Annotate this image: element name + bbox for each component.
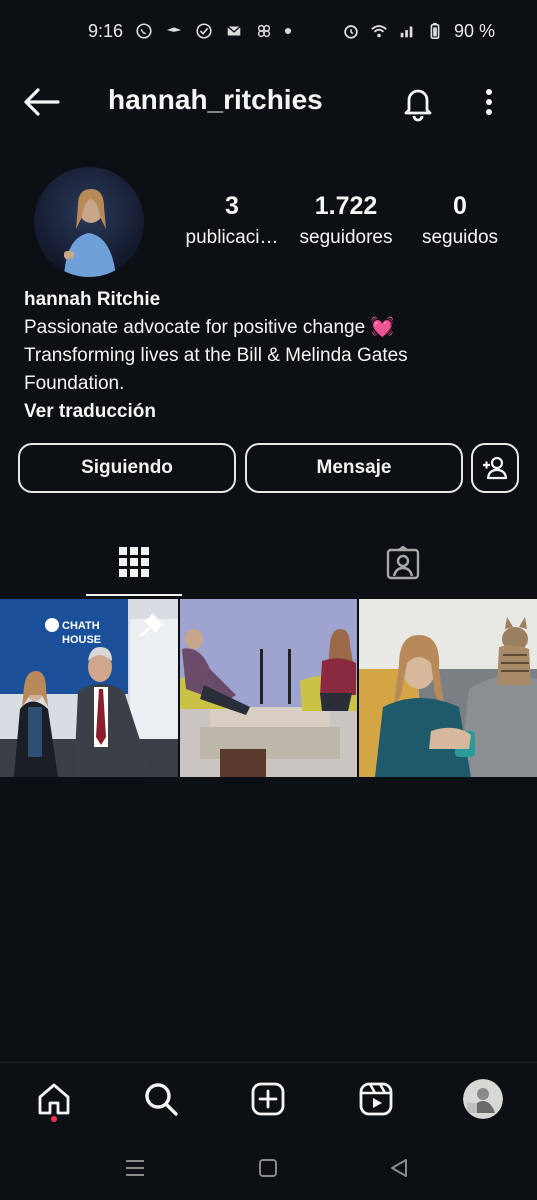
check-circle-icon [196,23,212,39]
bio-line: Passionate advocate for positive change … [24,314,514,342]
tab-tagged[interactable] [355,530,451,596]
profile-header: hannah_ritchies [0,70,537,134]
heart-emoji: 💓 [370,317,395,338]
bio-line: Foundation. [24,373,125,394]
pinned-icon [140,613,164,637]
reels-icon [359,1082,393,1116]
nav-profile-avatar[interactable] [463,1079,503,1119]
grid-icon [119,547,149,577]
nav-create[interactable] [248,1079,288,1119]
posts-grid: CHATH HOUSE [0,599,537,777]
wifi-icon [371,25,387,38]
more-options-icon[interactable] [474,82,504,122]
bio-text: Passionate advocate for positive change [24,317,366,338]
recent-apps-icon[interactable] [122,1156,148,1180]
post-thumbnail[interactable] [359,599,537,777]
more-notifications-dot [285,28,292,34]
battery-percent: 90 % [453,20,495,41]
post-thumbnail[interactable] [180,599,357,777]
system-back-icon[interactable] [386,1156,412,1180]
back-arrow-icon[interactable] [22,86,62,118]
create-post-icon [251,1082,285,1116]
status-time: 9:16 [88,20,124,41]
following-count[interactable]: 0 seguidos [400,192,520,249]
stat-value: 3 [225,192,239,220]
system-home-icon[interactable] [255,1156,281,1180]
bottom-nav [0,1062,537,1136]
page-title: hannah_ritchies [108,84,323,115]
signal-icon [400,26,413,38]
translate-link[interactable]: Ver traducción [24,398,514,426]
bell-icon[interactable] [398,82,438,122]
pinwheel-icon [257,24,271,38]
notification-dot [51,1116,57,1122]
bio-line: Transforming lives at the Bill & Melinda… [24,345,408,366]
system-navigation [0,1146,537,1190]
status-bar: 9:16 90 % [0,0,537,62]
following-button[interactable]: Siguiendo [18,443,236,493]
content-tabs [0,530,537,598]
stat-label: publicaci… [185,227,279,248]
followers-count[interactable]: 1.722 seguidores [286,192,406,249]
add-user-icon [483,456,508,480]
battery-icon [430,22,440,40]
sign-text: CHATH [62,620,100,632]
nav-home[interactable] [34,1079,74,1119]
nav-reels[interactable] [356,1079,396,1119]
home-icon [38,1083,70,1115]
stat-value: 1.722 [314,192,378,220]
message-button[interactable]: Mensaje [245,443,463,493]
search-icon [145,1083,178,1116]
posts-count[interactable]: 3 publicaci… [172,192,292,249]
whatsapp-icon [136,23,152,39]
tab-posts-grid[interactable] [86,530,182,596]
profile-name: hannah Ritchie [24,289,161,310]
mail-icon [227,25,241,36]
add-user-button[interactable] [471,443,519,493]
tagged-person-icon [386,546,420,580]
svg-text:HOUSE: HOUSE [62,634,101,646]
profile-bio: hannah Ritchie Passionate advocate for p… [24,286,514,426]
alarm-icon [344,25,358,39]
nav-search[interactable] [141,1079,181,1119]
post-thumbnail[interactable]: CHATH HOUSE [0,599,178,777]
bird-icon [166,27,182,32]
stat-value: 0 [453,192,467,220]
avatar[interactable] [34,167,144,277]
profile-stats: 3 publicaci… 1.722 seguidores 0 seguidos [176,192,516,262]
stat-label: seguidores [299,227,393,248]
stat-label: seguidos [421,227,499,248]
